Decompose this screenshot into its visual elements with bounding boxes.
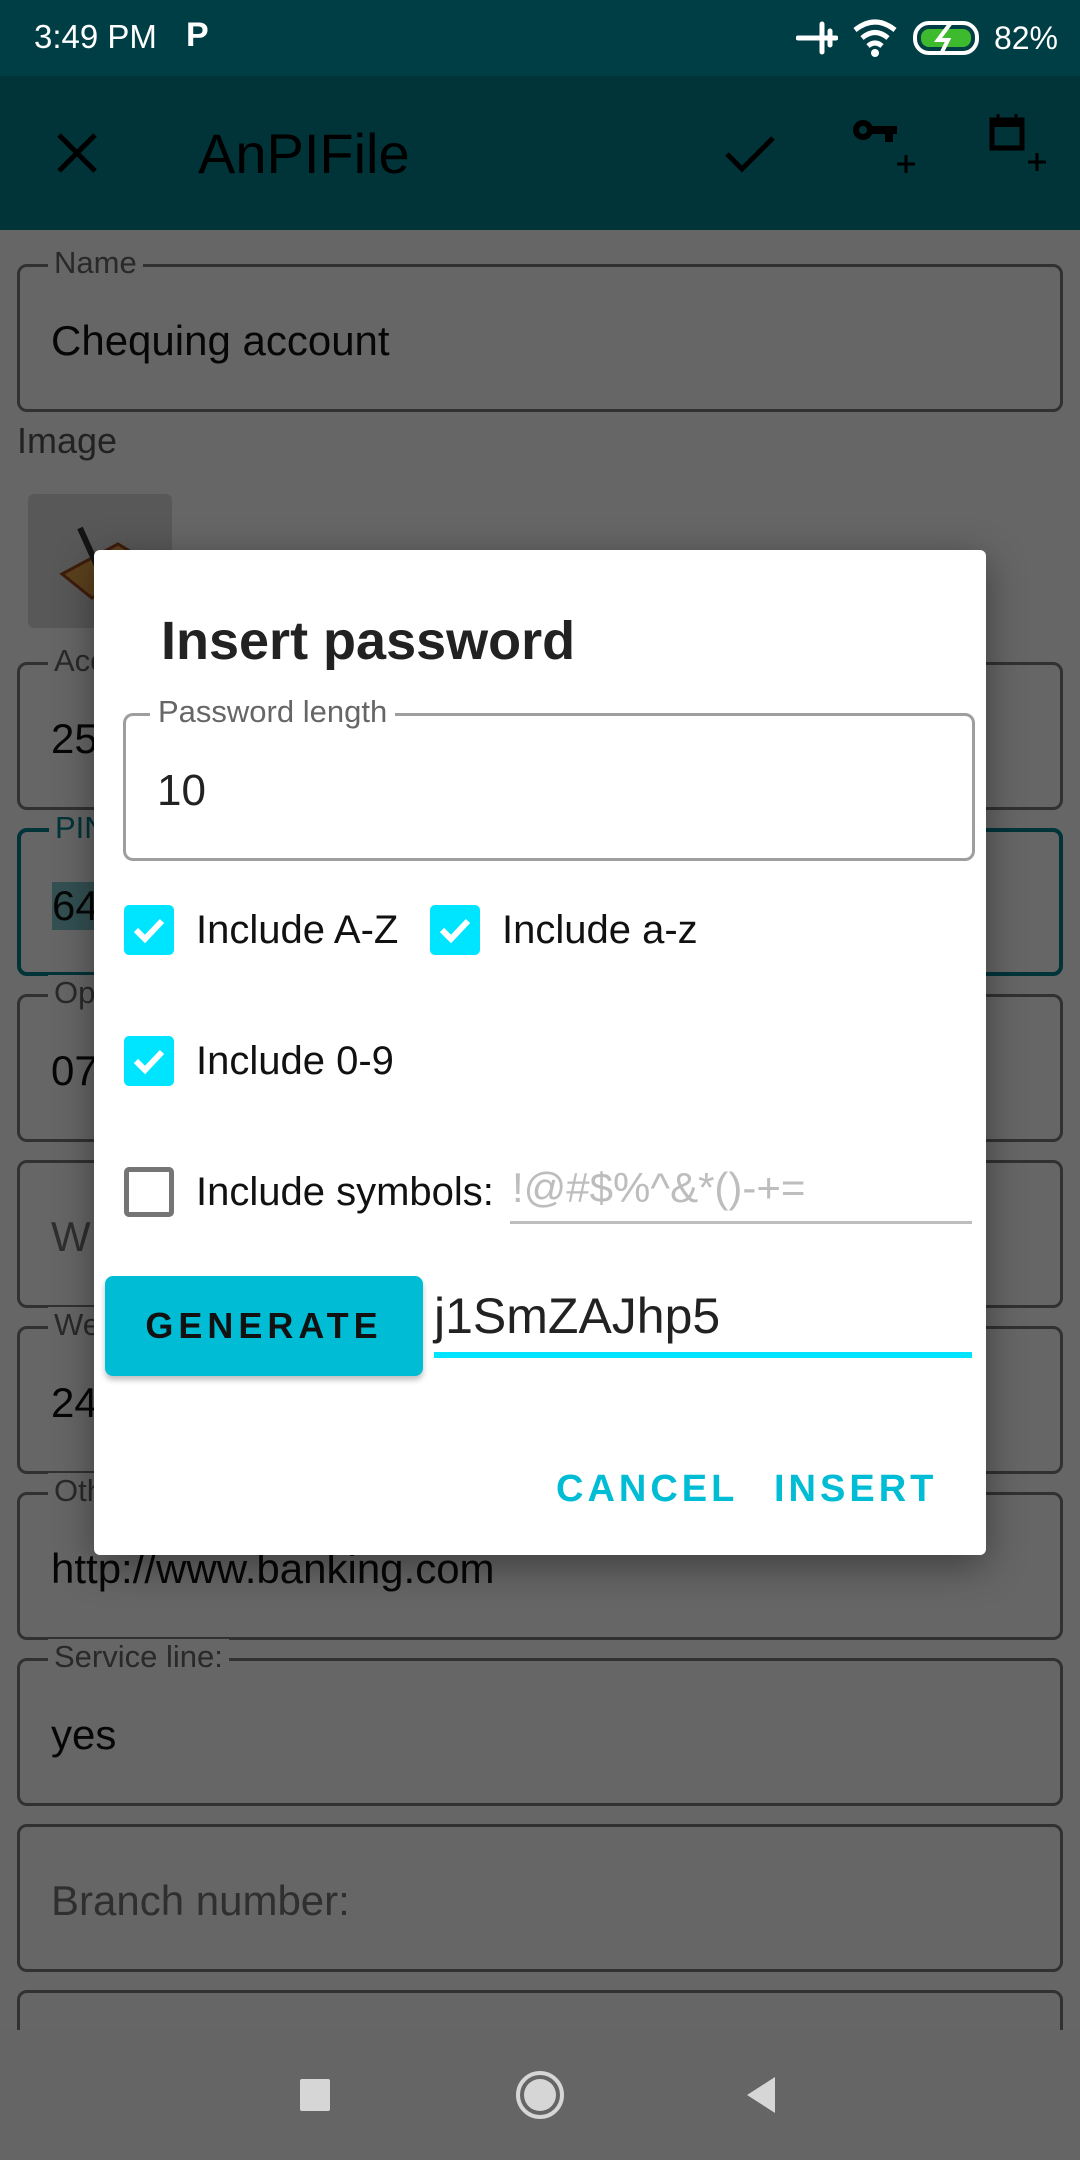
parking-app-icon: P (186, 16, 209, 54)
password-length-label: Password length (150, 694, 396, 730)
include-symbols-checkbox[interactable]: Include symbols: (124, 1167, 494, 1217)
home-button[interactable] (480, 2030, 600, 2160)
airplane-mode-icon (795, 21, 838, 55)
checkbox-checked (124, 905, 174, 955)
check-icon (439, 918, 471, 944)
dialog-title: Insert password (161, 611, 576, 671)
battery-charging-icon (912, 21, 979, 55)
insert-button[interactable]: INSERT (774, 1468, 937, 1511)
check-icon (133, 1049, 165, 1075)
battery-percent: 82% (993, 19, 1058, 56)
password-length-value: 10 (157, 766, 206, 815)
generate-button[interactable]: GENERATE (105, 1276, 423, 1376)
checkbox-checked (430, 905, 480, 955)
cancel-button[interactable]: CANCEL (556, 1468, 738, 1511)
recents-button[interactable] (255, 2030, 375, 2160)
insert-password-dialog: Insert password Password length 10 Inclu… (94, 550, 986, 1555)
check-icon (133, 918, 165, 944)
status-time: 3:49 PM (34, 18, 157, 55)
home-icon (516, 2071, 564, 2119)
back-icon (747, 2077, 775, 2113)
symbols-input[interactable]: !@#$%^&*()-+= (510, 1160, 972, 1224)
include-uppercase-checkbox[interactable]: Include A-Z (124, 905, 398, 955)
status-bar: 3:49 PM P 82% (0, 0, 1080, 76)
checkbox-unchecked (124, 1167, 174, 1217)
generated-password-input[interactable]: j1SmZAJhp5 (434, 1286, 972, 1358)
include-lowercase-checkbox[interactable]: Include a-z (430, 905, 698, 955)
recents-icon (300, 2079, 330, 2111)
include-digits-checkbox[interactable]: Include 0-9 (124, 1036, 394, 1086)
password-length-field[interactable]: Password length 10 (123, 694, 975, 861)
back-button[interactable] (700, 2030, 820, 2160)
checkbox-checked (124, 1036, 174, 1086)
navigation-bar (0, 2030, 1080, 2160)
wifi-icon (853, 19, 897, 57)
